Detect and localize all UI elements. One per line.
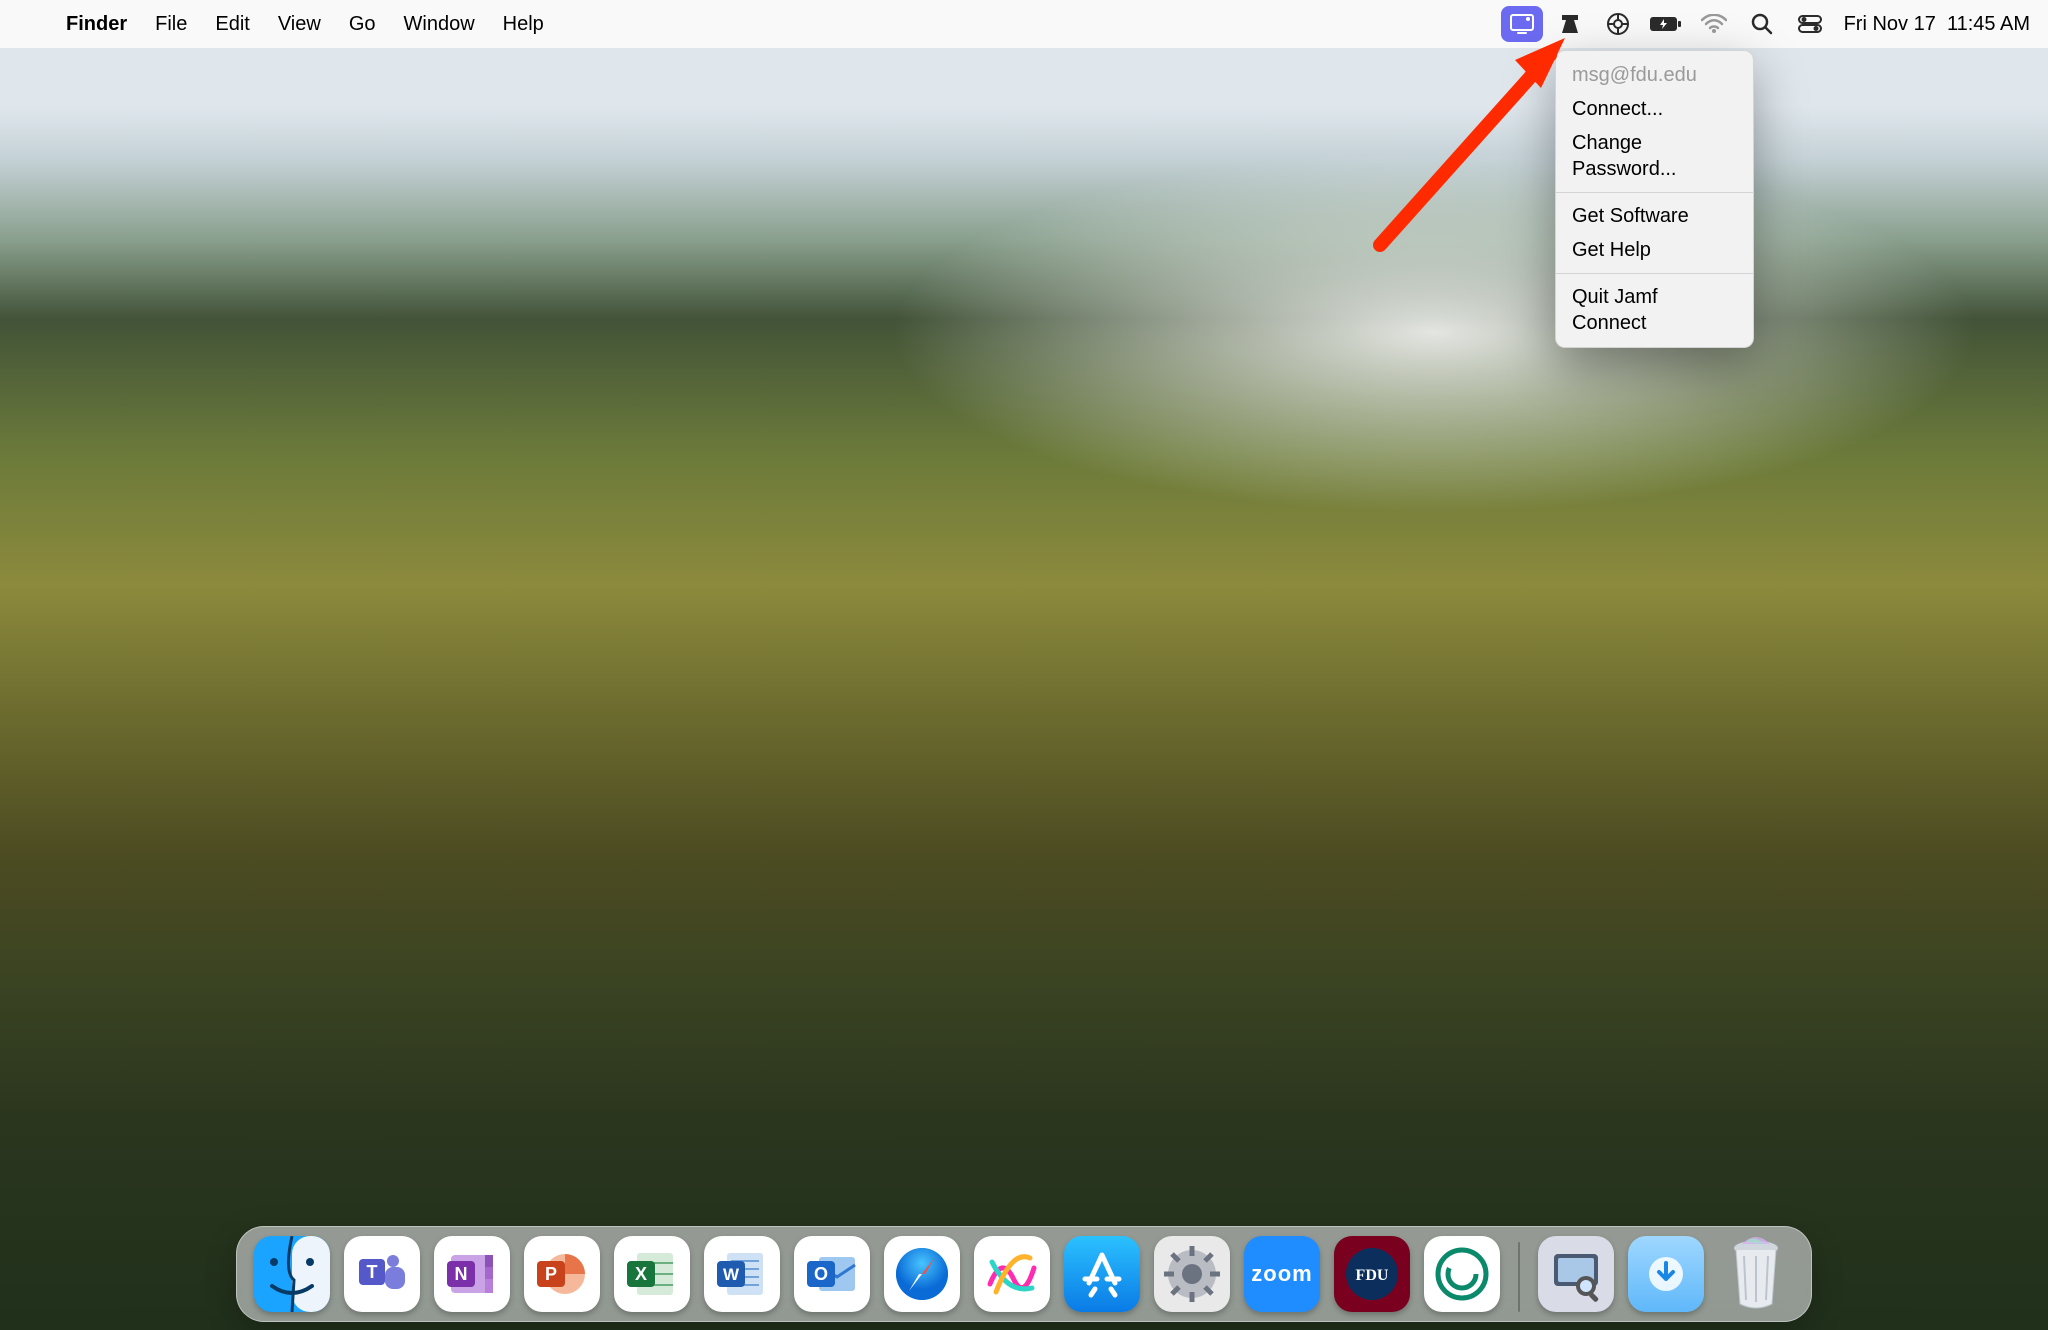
svg-text:X: X (635, 1264, 647, 1284)
menu-file[interactable]: File (141, 0, 201, 48)
dock-app-cisco[interactable] (1424, 1236, 1500, 1312)
dock-app-excel[interactable]: X (614, 1236, 690, 1312)
menubar-datetime[interactable]: Fri Nov 17 11:45 AM (1834, 13, 2030, 36)
dock-trash[interactable] (1718, 1236, 1794, 1312)
dock-app-freeform[interactable] (974, 1236, 1050, 1312)
dock-app-teams[interactable]: T (344, 1236, 420, 1312)
svg-text:P: P (545, 1264, 557, 1284)
jamf-connect-menu: msg@fdu.edu Connect... Change Password..… (1555, 50, 1754, 348)
dock-app-safari[interactable] (884, 1236, 960, 1312)
support-icon[interactable] (1597, 6, 1639, 42)
dock-app-word[interactable]: W (704, 1236, 780, 1312)
dock-app-appstore[interactable] (1064, 1236, 1140, 1312)
menu-app-name[interactable]: Finder (52, 0, 141, 48)
menu-help[interactable]: Help (489, 0, 558, 48)
battery-icon[interactable] (1645, 6, 1687, 42)
dock-divider (1518, 1242, 1520, 1312)
svg-text:T: T (367, 1262, 378, 1282)
dock-app-onenote[interactable]: N (434, 1236, 510, 1312)
dock-app-fdu[interactable]: FDU (1334, 1236, 1410, 1312)
menu-window[interactable]: Window (390, 0, 489, 48)
control-center-icon[interactable] (1789, 6, 1831, 42)
menu-go[interactable]: Go (335, 0, 390, 48)
svg-text:W: W (723, 1265, 740, 1284)
svg-text:O: O (814, 1264, 828, 1284)
dock-app-powerpoint[interactable]: P (524, 1236, 600, 1312)
dock-app-zoom[interactable]: zoom (1244, 1236, 1320, 1312)
menu-bar: Finder File Edit View Go Window Help (0, 0, 2048, 48)
menu-separator (1556, 273, 1753, 274)
menu-item-get-help[interactable]: Get Help (1556, 233, 1753, 267)
dock: T N P X W O zoom FDU (0, 1226, 2048, 1322)
menu-account-label: msg@fdu.edu (1556, 58, 1753, 92)
dock-stack-downloads[interactable] (1628, 1236, 1704, 1312)
dock-app-preview[interactable] (1538, 1236, 1614, 1312)
menu-item-connect[interactable]: Connect... (1556, 92, 1753, 126)
menubar-date: Fri Nov 17 (1844, 13, 1936, 35)
dock-app-finder[interactable] (254, 1236, 330, 1312)
apple-menu[interactable] (18, 0, 52, 48)
spotlight-icon[interactable] (1741, 6, 1783, 42)
menu-item-get-software[interactable]: Get Software (1556, 199, 1753, 233)
svg-text:FDU: FDU (1356, 1267, 1389, 1284)
menu-item-change-password[interactable]: Change Password... (1556, 126, 1753, 186)
dock-app-settings[interactable] (1154, 1236, 1230, 1312)
menu-item-quit[interactable]: Quit Jamf Connect (1556, 280, 1753, 340)
jamf-connect-icon[interactable] (1549, 6, 1591, 42)
menubar-time: 11:45 AM (1947, 13, 2030, 35)
menu-separator (1556, 192, 1753, 193)
wifi-icon[interactable] (1693, 6, 1735, 42)
menu-edit[interactable]: Edit (201, 0, 263, 48)
svg-text:N: N (455, 1264, 468, 1284)
menu-view[interactable]: View (264, 0, 335, 48)
screen-share-icon[interactable] (1501, 6, 1543, 42)
dock-app-outlook[interactable]: O (794, 1236, 870, 1312)
